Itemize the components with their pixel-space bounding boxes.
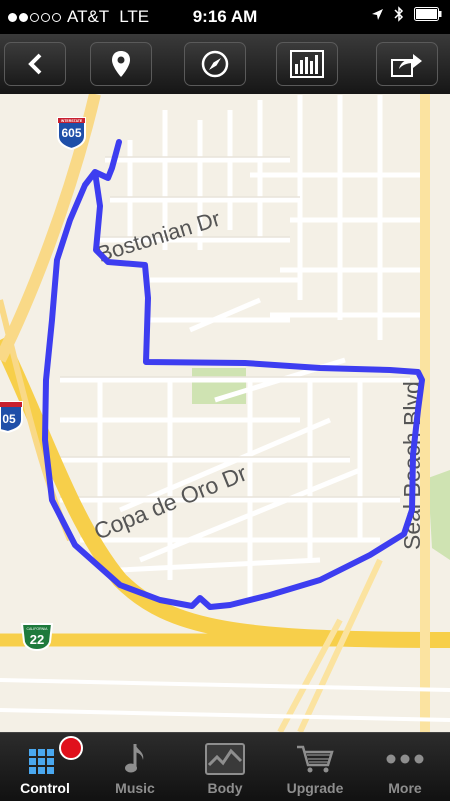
bluetooth-icon	[394, 6, 404, 22]
location-button[interactable]	[90, 42, 152, 86]
interstate-word: INTERSTATE	[61, 119, 83, 123]
compass-button[interactable]	[184, 42, 246, 86]
street-label-bostonian: Bostonian Dr	[94, 206, 223, 267]
bar-chart-icon	[290, 50, 324, 78]
back-button[interactable]	[4, 42, 66, 86]
tab-upgrade-label: Upgrade	[286, 780, 344, 796]
status-icons	[371, 6, 442, 22]
tab-more-label: More	[388, 780, 422, 796]
interstate-605-number: 605	[61, 126, 81, 140]
park-area-east	[428, 470, 450, 560]
tab-control[interactable]: Control	[0, 733, 90, 801]
top-toolbar	[0, 34, 450, 95]
interstate-405-shield: 05	[0, 401, 23, 434]
tab-music[interactable]: Music	[90, 733, 180, 801]
share-icon	[391, 54, 422, 77]
map-canvas: Bostonian Dr Copa de Oro Dr Seal Beach B…	[0, 94, 450, 732]
cart-icon	[297, 745, 334, 773]
more-dots-icon	[386, 754, 424, 764]
tab-upgrade[interactable]: Upgrade	[270, 733, 360, 801]
battery-icon	[414, 7, 442, 21]
tab-body-label: Body	[207, 780, 243, 796]
map-view[interactable]: Bostonian Dr Copa de Oro Dr Seal Beach B…	[0, 94, 450, 732]
state-route-22-number: 22	[30, 632, 44, 647]
share-button[interactable]	[376, 42, 438, 86]
status-bar: AT&T LTE 9:16 AM	[0, 0, 450, 34]
stats-button[interactable]	[276, 42, 338, 86]
tab-music-label: Music	[115, 780, 155, 796]
tab-bar: Control Music Body Upgrade More	[0, 732, 450, 801]
state-word: CALIFORNIA	[26, 627, 48, 631]
interstate-605-shield: INTERSTATE 605	[57, 117, 86, 151]
tab-control-label: Control	[20, 780, 70, 796]
state-route-22-shield: CALIFORNIA 22	[20, 623, 54, 652]
location-pin-icon	[112, 51, 130, 77]
south-streets	[0, 678, 450, 722]
location-arrow-icon	[372, 8, 383, 20]
tab-more[interactable]: More	[360, 733, 450, 801]
record-indicator-icon	[59, 736, 83, 760]
heart-graph-icon	[205, 743, 245, 775]
compass-icon	[201, 50, 229, 78]
tab-body[interactable]: Body	[180, 733, 270, 801]
music-note-icon	[125, 744, 144, 773]
back-arrow-icon	[28, 53, 42, 75]
interstate-405-number: 05	[2, 412, 16, 426]
